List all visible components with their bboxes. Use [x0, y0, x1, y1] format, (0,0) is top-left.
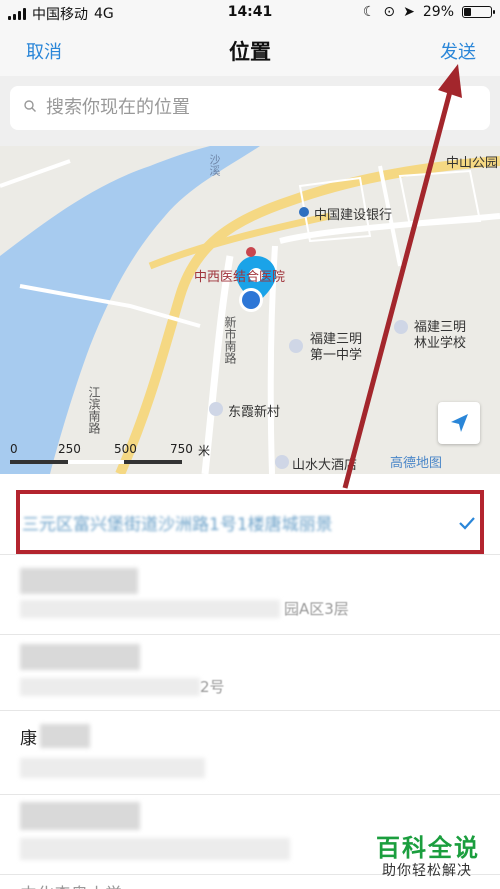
place-name: 康	[20, 729, 37, 749]
hospital-icon	[246, 247, 256, 257]
scale-tick: 750	[170, 442, 193, 456]
list-item[interactable]: 2号	[0, 634, 500, 711]
poi-village[interactable]: 东霞新村	[228, 401, 280, 420]
nav-bar: 取消 位置 发送	[0, 26, 500, 76]
search-input[interactable]: 搜索你现在的位置	[10, 86, 490, 130]
blurred-address	[20, 758, 205, 778]
poi-bank[interactable]: 中国建设银行	[314, 204, 392, 223]
send-button[interactable]: 发送	[440, 38, 476, 64]
scale-tick: 250	[58, 442, 81, 456]
locate-me-button[interactable]	[438, 402, 480, 444]
poi-park[interactable]: 中山公园	[446, 152, 498, 171]
scale-tick: 500	[114, 442, 137, 456]
battery-percent: 29%	[422, 4, 454, 20]
poi-school-1[interactable]: 福建三明 第一中学	[310, 332, 362, 364]
poi-school-2[interactable]: 福建三明 林业学校	[414, 320, 466, 352]
watermark-logo: 百科全说 助你轻松解决	[370, 828, 500, 889]
blurred-address	[20, 678, 200, 696]
scale-tick: 0	[10, 442, 18, 456]
moon-icon: ☾	[362, 4, 376, 20]
blurred-address	[20, 600, 280, 618]
river-label: 沙溪	[208, 154, 221, 176]
poi-hotel[interactable]: 山水大酒店	[292, 454, 357, 473]
search-placeholder: 搜索你现在的位置	[46, 97, 190, 118]
scale-bar	[10, 460, 182, 464]
blurred-name	[40, 724, 90, 748]
search-area: 搜索你现在的位置	[0, 76, 500, 146]
battery-icon	[462, 6, 495, 18]
map-view[interactable]: 中国建设银行 中西医结合医院 福建三明 第一中学 福建三明 林业学校 东霞新村 …	[0, 146, 500, 474]
blurred-name	[20, 568, 138, 594]
address-fragment: 园A区3层	[284, 600, 349, 618]
map-canvas	[0, 146, 500, 474]
road-label-xinshi: 新市南路	[223, 316, 237, 364]
battery-fill	[464, 8, 471, 16]
status-bar: 中国移动 4G 14:41 ☾ ⊙ ➤ 29%	[0, 0, 500, 26]
location-arrow-icon: ➤	[403, 4, 415, 20]
blurred-name	[20, 802, 140, 830]
page-title: 位置	[229, 40, 271, 64]
hotel-icon	[275, 455, 289, 469]
blurred-address	[20, 838, 290, 860]
list-item[interactable]: 园A区3层	[0, 558, 500, 635]
road-label-jiangbin: 江滨南路	[87, 386, 101, 434]
address-fragment: 2号	[200, 678, 225, 696]
poi-hospital[interactable]: 中西医结合医院	[194, 266, 285, 285]
place-name: 中化森奥小学	[20, 880, 122, 889]
watermark-title: 百科全说	[376, 834, 480, 862]
watermark-subtitle: 助你轻松解决	[382, 863, 472, 879]
residential-icon	[209, 402, 223, 416]
search-icon	[24, 100, 36, 112]
status-right: ☾ ⊙ ➤ 29%	[362, 4, 495, 20]
list-item[interactable]: 康	[0, 710, 500, 795]
scale-unit: 米	[198, 444, 211, 458]
navigation-arrow-icon	[451, 414, 468, 432]
highlight-box	[16, 490, 484, 554]
map-provider: 高德地图	[390, 456, 443, 471]
rotation-lock-icon: ⊙	[383, 4, 396, 20]
bank-icon	[299, 207, 309, 217]
blurred-name	[20, 644, 140, 670]
location-list: 三元区富兴堡街道沙洲路1号1楼唐城丽景 园A区3层 2号 康 中化森奥小学	[0, 474, 500, 889]
